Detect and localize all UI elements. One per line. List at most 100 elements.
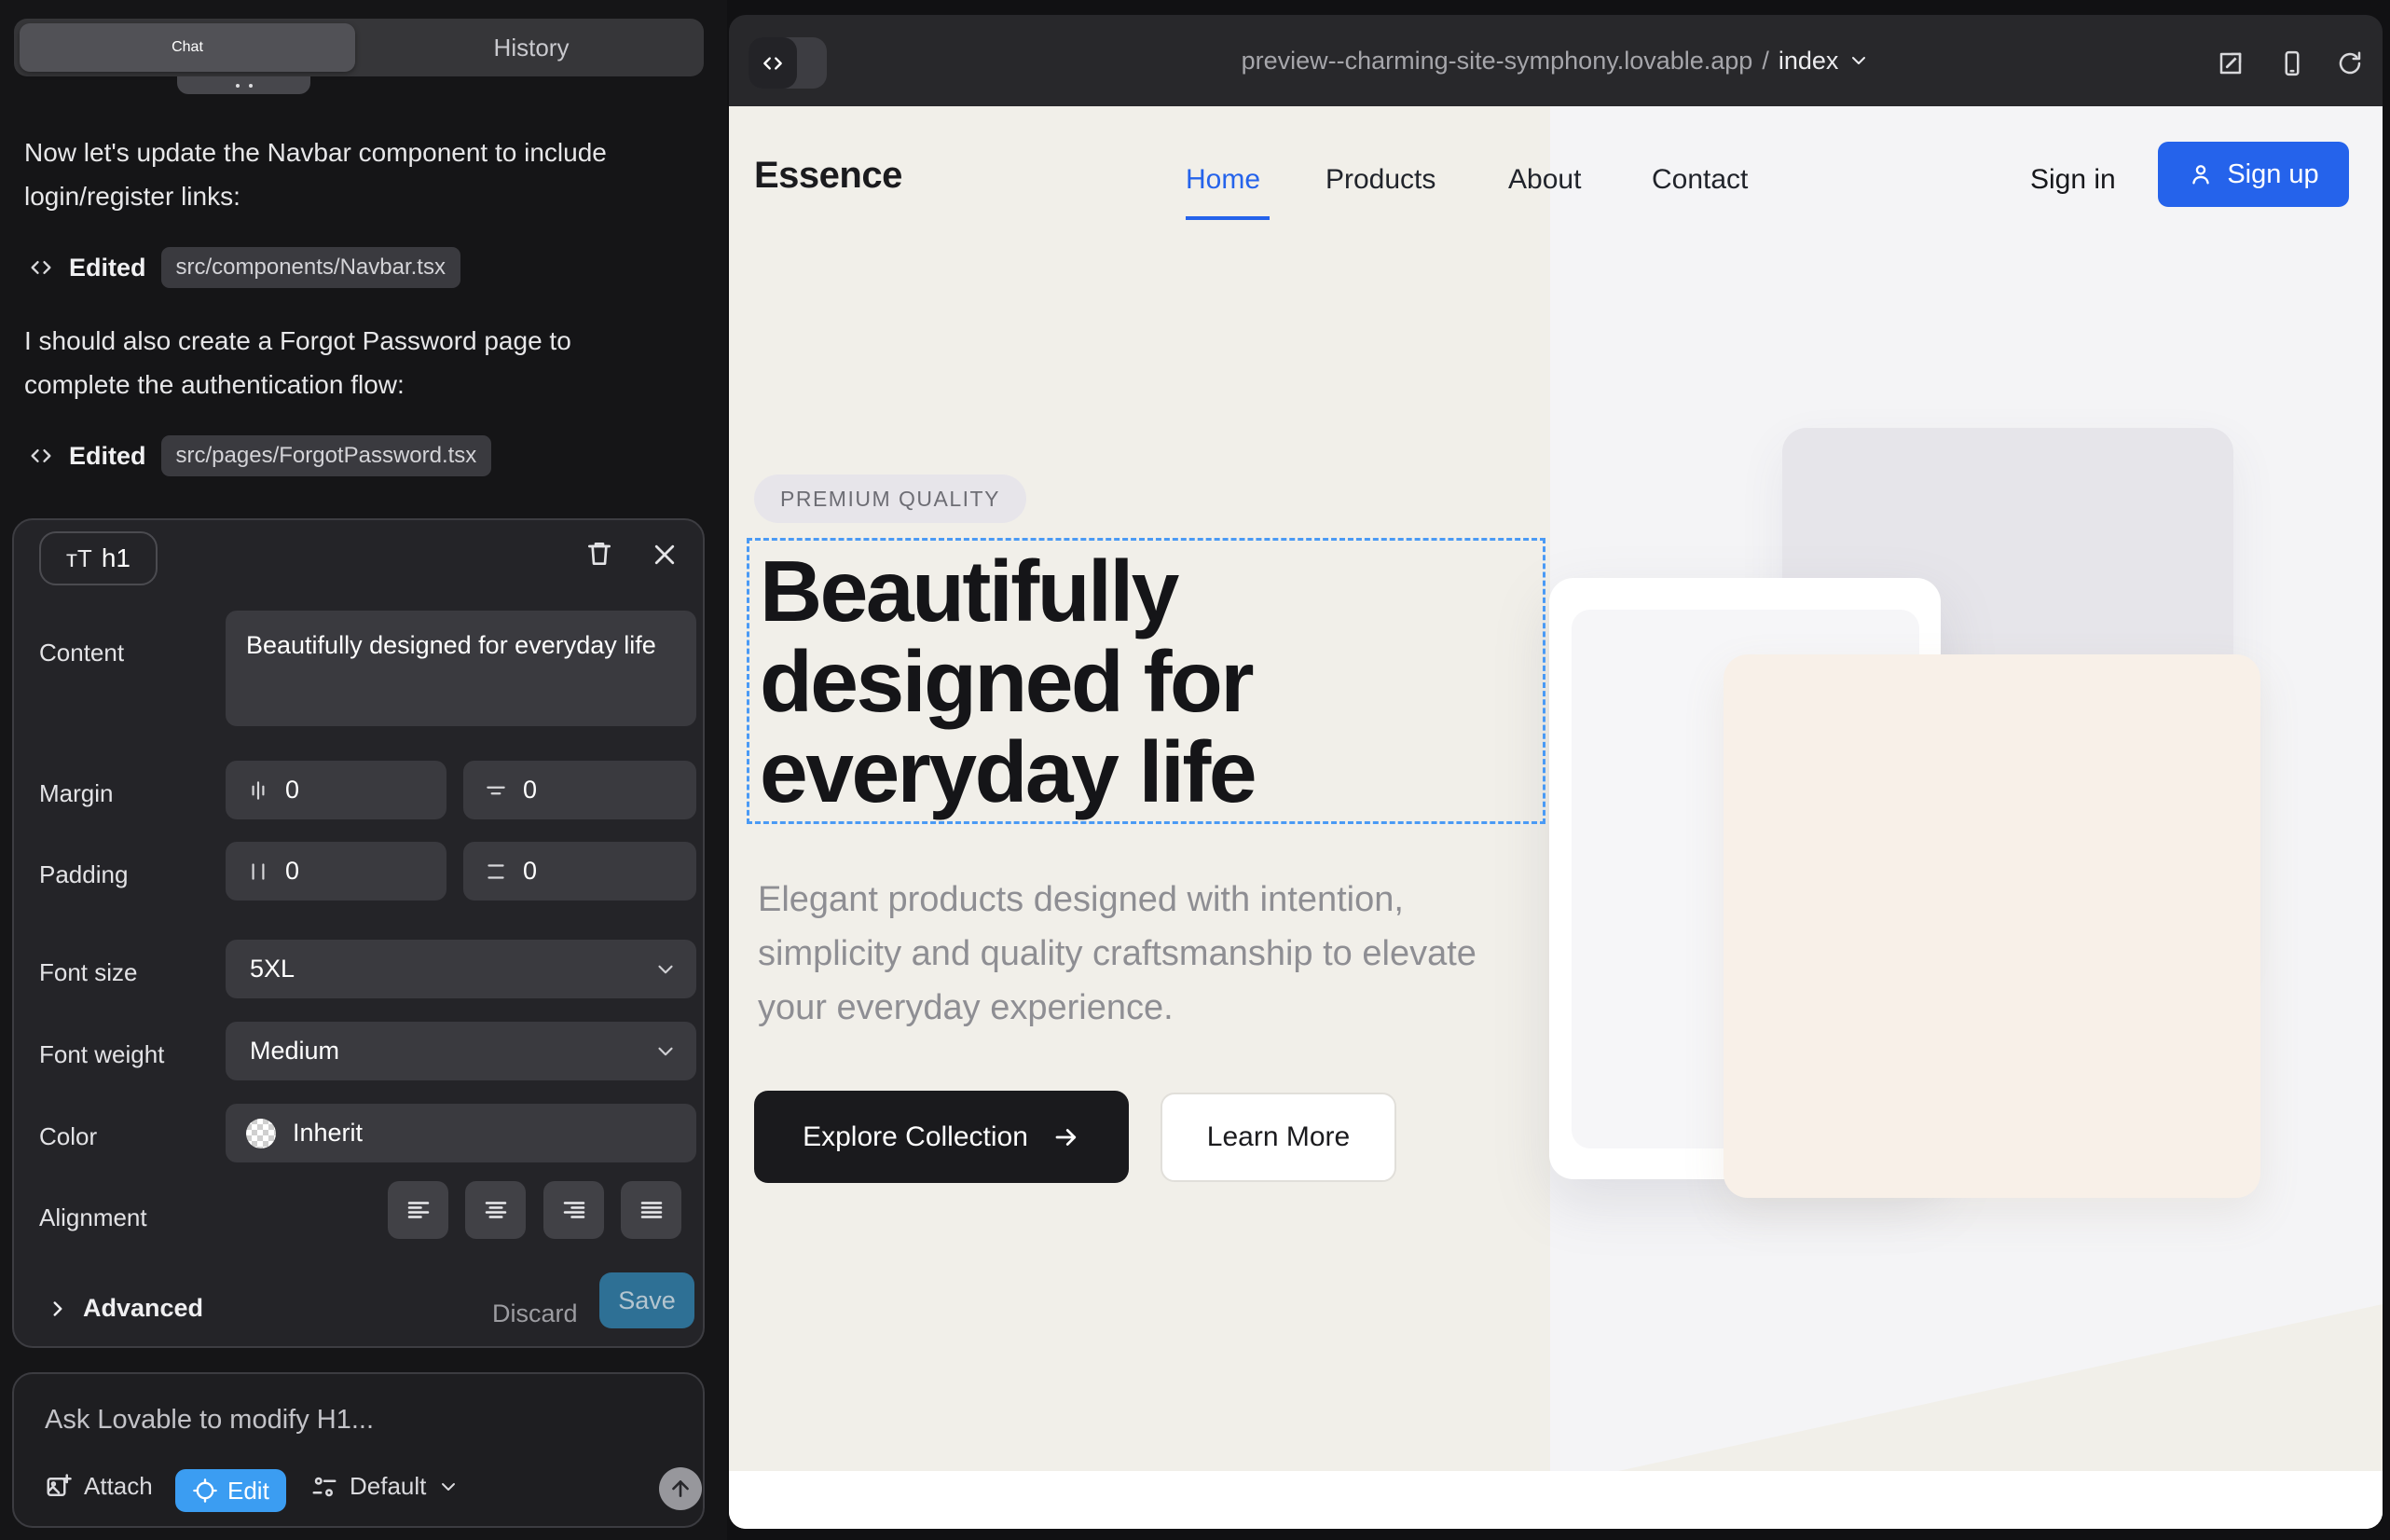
nav-link-about[interactable]: About: [1508, 164, 1581, 196]
chevron-down-icon: [1847, 49, 1870, 72]
margin-label: Margin: [39, 779, 113, 808]
chevron-down-icon: [437, 1476, 460, 1498]
padding-x-value: 0: [285, 857, 299, 886]
mobile-preview-icon[interactable]: [2278, 49, 2306, 77]
send-button[interactable]: [659, 1467, 702, 1510]
color-select[interactable]: Inherit: [226, 1104, 696, 1162]
padding-vertical-icon: [484, 859, 508, 884]
font-weight-label: Font weight: [39, 1040, 164, 1069]
margin-horizontal-icon: [246, 778, 270, 803]
margin-y-value: 0: [523, 776, 537, 804]
chat-sidebar: Chat History Now let's update the Navbar…: [0, 0, 727, 1540]
chevron-right-icon: [46, 1297, 70, 1321]
learn-more-button[interactable]: Learn More: [1161, 1093, 1396, 1182]
hero-heading[interactable]: Beautifully designed for everyday life: [760, 546, 1547, 818]
tab-chat[interactable]: Chat: [20, 23, 355, 72]
sign-up-button[interactable]: Sign up: [2158, 142, 2349, 207]
element-tag-pill[interactable]: ᴛT h1: [39, 531, 158, 585]
file-badge[interactable]: src/components/Navbar.tsx: [161, 247, 460, 288]
open-external-icon[interactable]: [2217, 49, 2245, 77]
alignment-label: Alignment: [39, 1203, 147, 1232]
padding-x-input[interactable]: 0: [226, 842, 446, 901]
type-icon: ᴛT: [66, 544, 92, 573]
margin-x-input[interactable]: 0: [226, 761, 446, 819]
tab-chat-label: Chat: [172, 39, 203, 56]
font-size-select[interactable]: 5XL: [226, 940, 696, 998]
code-icon: [28, 443, 54, 469]
edit-mode-button[interactable]: Edit: [175, 1469, 286, 1512]
hero-card-cream: [1724, 654, 2260, 1198]
nav-home-underline: [1186, 216, 1270, 220]
edited-file-row[interactable]: Edited src/pages/ForgotPassword.tsx: [28, 435, 491, 476]
discard-button[interactable]: Discard: [492, 1299, 578, 1328]
edit-label: Edit: [227, 1477, 269, 1506]
edited-label: Edited: [69, 442, 146, 471]
code-view-toggle[interactable]: [749, 37, 827, 89]
scrolled-button-partial[interactable]: [177, 76, 310, 94]
file-badge[interactable]: src/pages/ForgotPassword.tsx: [161, 435, 492, 476]
url-separator: /: [1762, 47, 1769, 76]
chat-composer[interactable]: Ask Lovable to modify H1... Attach Edit …: [12, 1372, 705, 1528]
chevron-down-icon: [653, 957, 678, 982]
font-weight-value: Medium: [250, 1037, 339, 1066]
premium-quality-badge: PREMIUM QUALITY: [754, 474, 1026, 523]
tab-history[interactable]: History: [359, 34, 704, 62]
margin-vertical-icon: [484, 778, 508, 803]
attach-button[interactable]: Attach: [45, 1472, 153, 1501]
margin-y-input[interactable]: 0: [463, 761, 696, 819]
url-bar[interactable]: preview--charming-site-symphony.lovable.…: [729, 15, 2383, 106]
nav-link-home[interactable]: Home: [1186, 164, 1260, 196]
sign-in-link[interactable]: Sign in: [2030, 164, 2116, 196]
advanced-toggle[interactable]: Advanced: [46, 1294, 203, 1323]
save-button[interactable]: Save: [599, 1272, 694, 1328]
composer-input[interactable]: Ask Lovable to modify H1...: [45, 1405, 374, 1436]
mode-label: Default: [350, 1472, 426, 1501]
assistant-message: Now let's update the Navbar component to…: [24, 131, 611, 218]
align-left-button[interactable]: [388, 1181, 448, 1239]
hero-description: Elegant products designed with intention…: [758, 873, 1522, 1035]
margin-x-value: 0: [285, 776, 299, 804]
chevron-down-icon: [653, 1039, 678, 1064]
arrow-up-icon: [668, 1477, 693, 1501]
attach-label: Attach: [84, 1472, 153, 1501]
content-input[interactable]: Beautifully designed for everyday life: [226, 611, 696, 726]
sign-up-label: Sign up: [2227, 159, 2318, 190]
explore-collection-button[interactable]: Explore Collection: [754, 1091, 1129, 1183]
advanced-label: Advanced: [83, 1294, 203, 1323]
font-size-value: 5XL: [250, 955, 295, 983]
font-weight-select[interactable]: Medium: [226, 1022, 696, 1080]
nav-link-products[interactable]: Products: [1325, 164, 1435, 196]
element-editor-panel: ᴛT h1 Content Beautifully designed for e…: [12, 518, 705, 1348]
padding-label: Padding: [39, 860, 128, 889]
code-icon: [749, 37, 797, 89]
url-page: index: [1779, 47, 1839, 76]
align-center-button[interactable]: [465, 1181, 526, 1239]
edited-file-row[interactable]: Edited src/components/Navbar.tsx: [28, 247, 460, 288]
user-icon: [2188, 161, 2214, 187]
mode-select[interactable]: Default: [310, 1472, 460, 1501]
nav-link-contact[interactable]: Contact: [1652, 164, 1748, 196]
tab-history-label: History: [494, 34, 570, 62]
arrow-right-icon: [1052, 1123, 1080, 1151]
font-size-label: Font size: [39, 958, 138, 987]
explore-collection-label: Explore Collection: [803, 1121, 1028, 1153]
edited-label: Edited: [69, 254, 146, 282]
image-plus-icon: [45, 1473, 73, 1501]
content-label: Content: [39, 639, 124, 667]
align-justify-button[interactable]: [621, 1181, 681, 1239]
delete-element-icon[interactable]: [584, 539, 614, 569]
section-divider-band: [729, 1471, 2383, 1529]
padding-y-value: 0: [523, 857, 537, 886]
sliders-icon: [310, 1473, 338, 1501]
align-right-button[interactable]: [543, 1181, 604, 1239]
site-logo[interactable]: Essence: [754, 155, 902, 197]
padding-y-input[interactable]: 0: [463, 842, 696, 901]
chat-history-tabs: Chat History: [14, 19, 704, 76]
assistant-message: I should also create a Forgot Password p…: [24, 319, 611, 406]
element-tag: h1: [102, 543, 130, 573]
preview-browser-frame: preview--charming-site-symphony.lovable.…: [729, 15, 2383, 1529]
close-panel-icon[interactable]: [651, 541, 679, 569]
code-icon: [28, 254, 54, 281]
refresh-icon[interactable]: [2336, 49, 2364, 77]
color-value: Inherit: [293, 1119, 363, 1148]
